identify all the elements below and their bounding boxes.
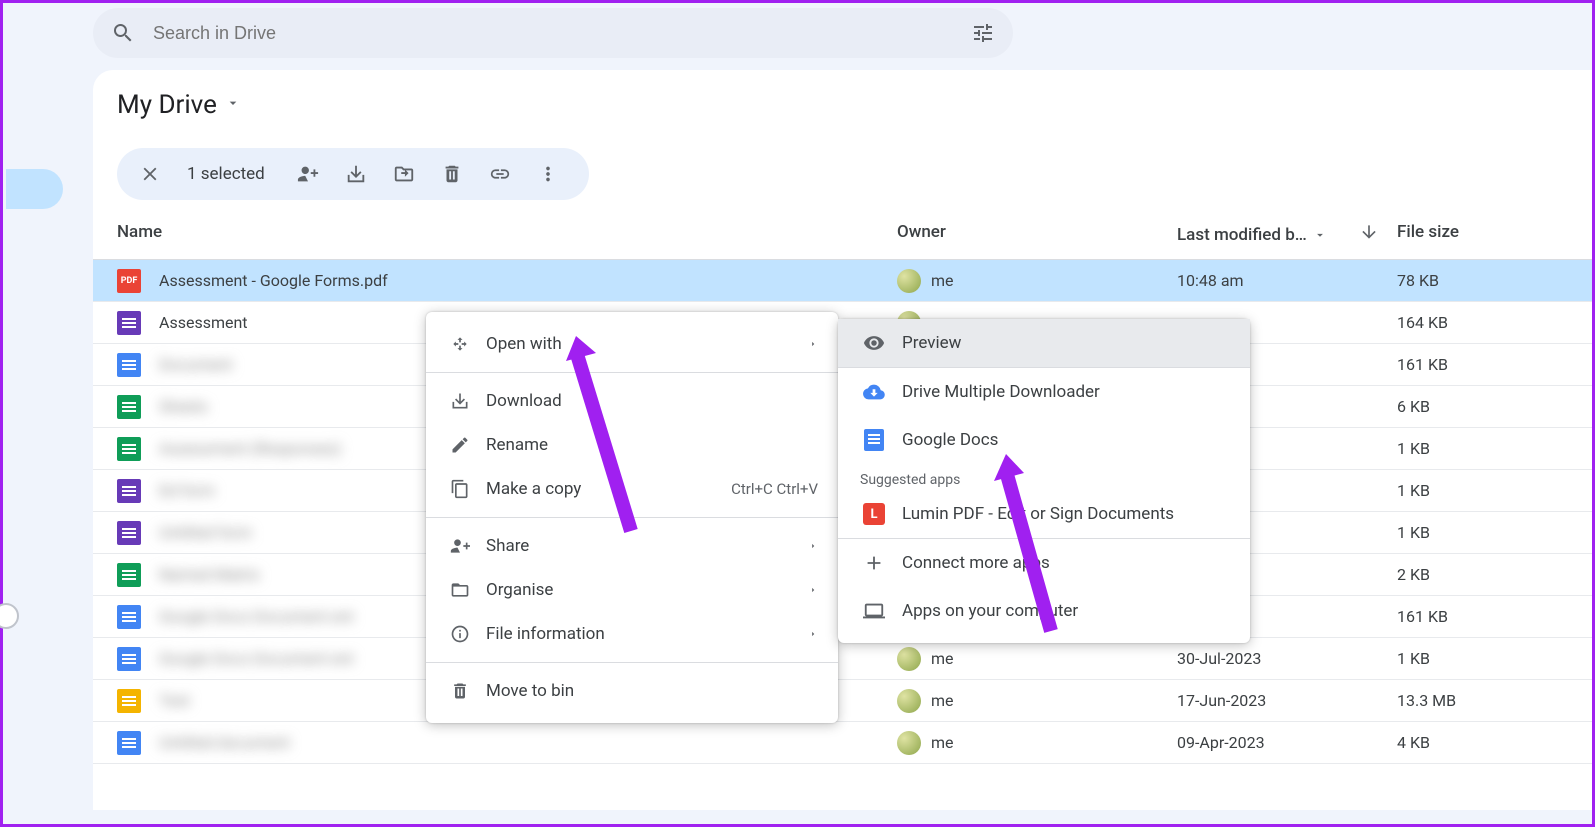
column-owner[interactable]: Owner <box>897 222 1177 247</box>
size-cell: 4 KB <box>1397 733 1517 752</box>
share-button[interactable] <box>297 163 319 185</box>
avatar <box>897 731 921 755</box>
chevron-right-icon <box>808 334 818 354</box>
table-row[interactable]: Untitled documentme09-Apr-20234 KB <box>93 722 1592 764</box>
table-header: Name Owner Last modified b… File size <box>93 200 1592 260</box>
info-icon <box>446 624 474 644</box>
slide-file-icon <box>117 689 141 713</box>
chevron-right-icon <box>808 580 818 600</box>
size-cell: 1 KB <box>1397 439 1517 458</box>
owner-cell: me <box>897 647 1177 671</box>
link-button[interactable] <box>489 163 511 185</box>
move-button[interactable] <box>393 163 415 185</box>
sidebar-circle-cut <box>0 603 19 629</box>
sidebar-active-pill <box>6 169 63 209</box>
form-file-icon <box>117 311 141 335</box>
modified-cell: 10:48 am <box>1177 271 1397 290</box>
context-move-to-bin[interactable]: Move to bin <box>426 669 838 713</box>
owner-cell: me <box>897 689 1177 713</box>
annotation-arrow-1 <box>561 331 661 541</box>
sort-arrow-icon <box>1359 222 1379 247</box>
tune-icon[interactable] <box>971 21 995 45</box>
lumin-icon: L <box>860 502 888 526</box>
plus-icon <box>860 551 888 575</box>
size-cell: 13.3 MB <box>1397 691 1517 710</box>
eye-icon <box>860 331 888 355</box>
size-cell: 161 KB <box>1397 355 1517 374</box>
size-cell: 1 KB <box>1397 649 1517 668</box>
annotation-arrow-2 <box>991 451 1081 641</box>
copy-icon <box>446 479 474 499</box>
owner-cell: me <box>897 269 1177 293</box>
trash-icon <box>446 681 474 701</box>
submenu-drive-downloader[interactable]: Drive Multiple Downloader <box>838 368 1250 416</box>
sheet-file-icon <box>117 563 141 587</box>
avatar <box>897 647 921 671</box>
column-size[interactable]: File size <box>1397 222 1517 247</box>
folder-icon <box>446 580 474 600</box>
file-name: Assessment - Google Forms.pdf <box>159 271 897 290</box>
open-with-icon <box>446 334 474 354</box>
form-file-icon <box>117 479 141 503</box>
size-cell: 161 KB <box>1397 607 1517 626</box>
modified-cell: 30-Jul-2023 <box>1177 649 1397 668</box>
doc-file-icon <box>117 731 141 755</box>
breadcrumb[interactable]: My Drive <box>93 90 1592 136</box>
avatar <box>897 269 921 293</box>
avatar <box>897 689 921 713</box>
sheet-file-icon <box>117 395 141 419</box>
context-organise[interactable]: Organise <box>426 568 838 612</box>
sheet-file-icon <box>117 437 141 461</box>
size-cell: 78 KB <box>1397 271 1517 290</box>
file-name: Untitled document <box>159 733 897 752</box>
rename-icon <box>446 435 474 455</box>
docs-icon <box>860 428 888 452</box>
size-cell: 1 KB <box>1397 523 1517 542</box>
delete-button[interactable] <box>441 163 463 185</box>
table-row[interactable]: Testme17-Jun-202313.3 MB <box>93 680 1592 722</box>
page-title: My Drive <box>117 90 217 120</box>
doc-file-icon <box>117 353 141 377</box>
cloud-download-icon <box>860 380 888 404</box>
clear-selection-button[interactable] <box>139 163 161 185</box>
submenu-preview[interactable]: Preview <box>838 319 1250 367</box>
more-actions-button[interactable] <box>537 163 559 185</box>
chevron-right-icon <box>808 536 818 556</box>
search-icon <box>111 21 135 45</box>
form-file-icon <box>117 521 141 545</box>
caret-down-icon <box>225 95 241 115</box>
search-input[interactable] <box>153 23 971 44</box>
modified-cell: 17-Jun-2023 <box>1177 691 1397 710</box>
context-file-info[interactable]: File information <box>426 612 838 656</box>
download-button[interactable] <box>345 163 367 185</box>
column-name[interactable]: Name <box>117 222 897 247</box>
table-row[interactable]: PDF Assessment - Google Forms.pdfme10:48 … <box>93 260 1592 302</box>
size-cell: 6 KB <box>1397 397 1517 416</box>
doc-file-icon <box>117 605 141 629</box>
chevron-right-icon <box>808 624 818 644</box>
size-cell: 2 KB <box>1397 565 1517 584</box>
size-cell: 164 KB <box>1397 313 1517 332</box>
modified-cell: 09-Apr-2023 <box>1177 733 1397 752</box>
doc-file-icon <box>117 647 141 671</box>
pdf-file-icon: PDF <box>117 269 141 293</box>
selection-count: 1 selected <box>187 164 265 184</box>
table-row[interactable]: Google Docs Document entme30-Jul-20231 K… <box>93 638 1592 680</box>
search-bar[interactable] <box>93 8 1013 58</box>
share-icon <box>446 536 474 556</box>
size-cell: 1 KB <box>1397 481 1517 500</box>
selection-toolbar: 1 selected <box>117 148 589 200</box>
column-modified[interactable]: Last modified b… <box>1177 222 1397 247</box>
laptop-icon <box>860 599 888 623</box>
download-icon <box>446 391 474 411</box>
owner-cell: me <box>897 731 1177 755</box>
